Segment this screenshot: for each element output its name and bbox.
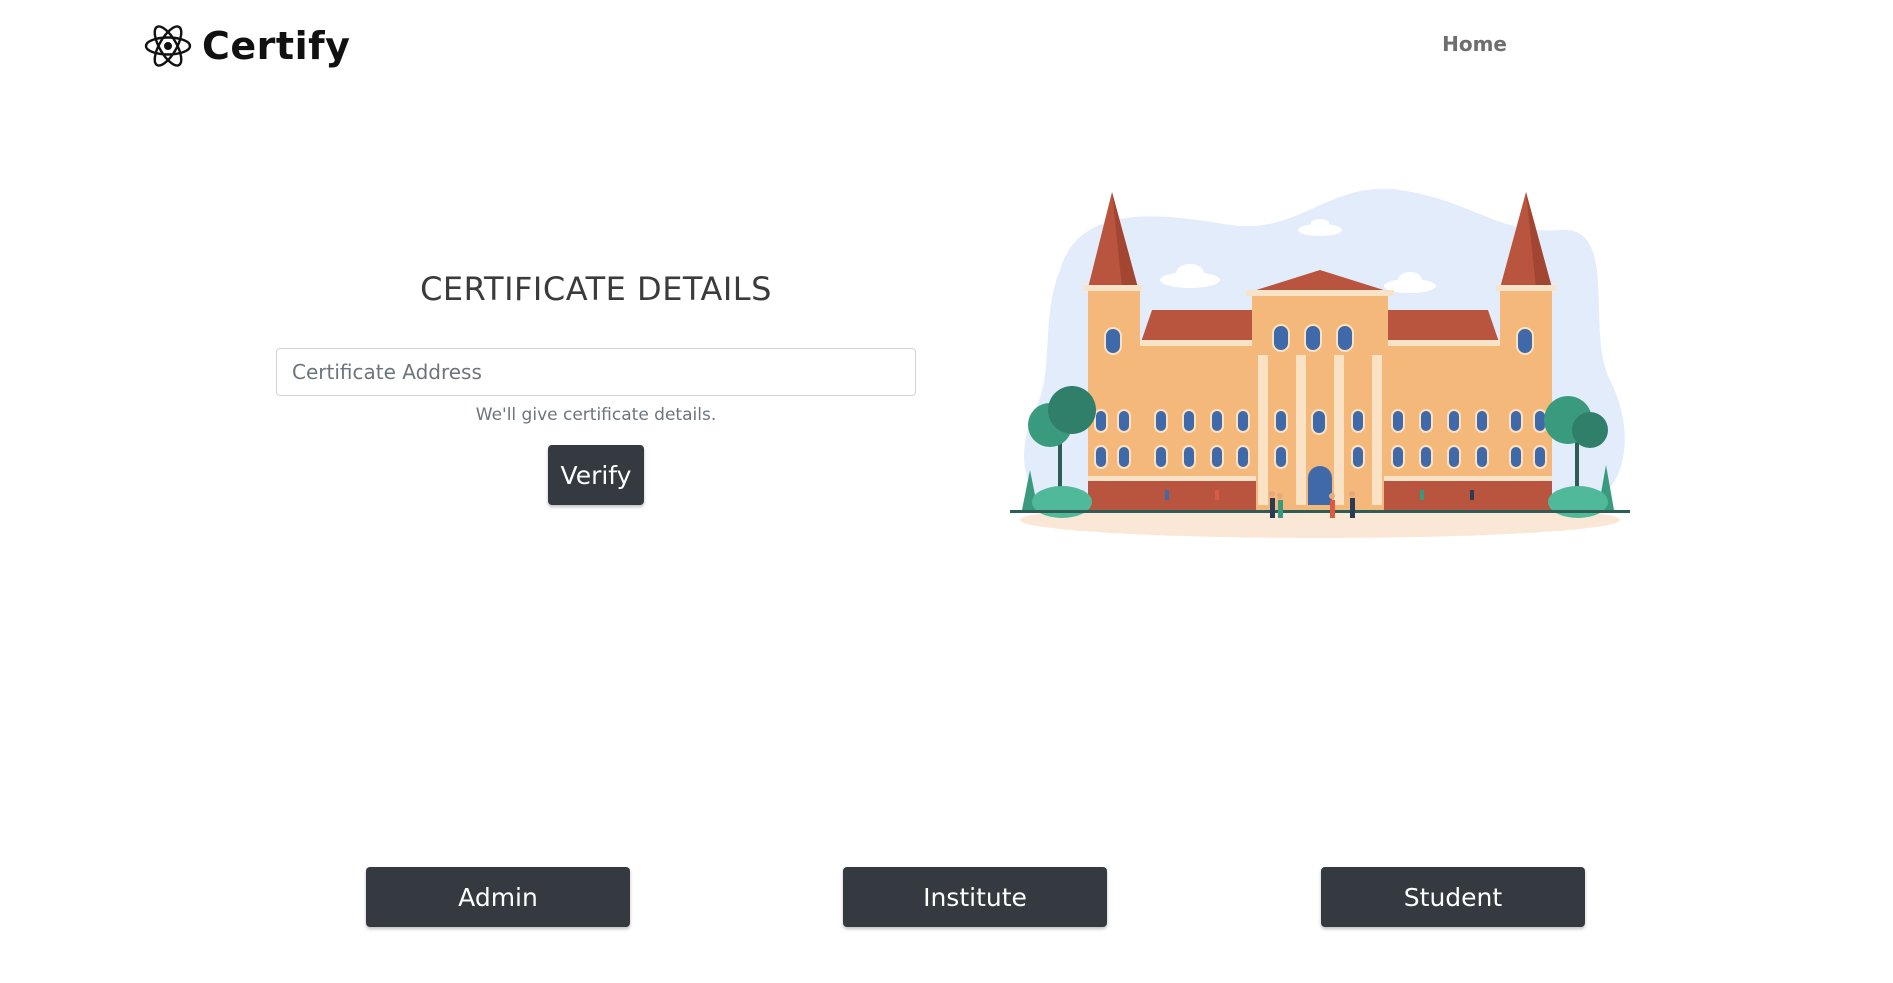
certificate-form: CERTIFICATE DETAILS We'll give certifica… — [276, 270, 916, 505]
page: Certify Home CERTIFICATE DETAILS We'll g… — [0, 0, 1893, 983]
nav-home-link[interactable]: Home — [1442, 32, 1507, 56]
institute-button[interactable]: Institute — [843, 867, 1107, 927]
university-building-illustration — [1000, 180, 1640, 565]
navbar: Certify Home — [0, 0, 1893, 92]
atom-icon — [144, 20, 192, 72]
form-title: CERTIFICATE DETAILS — [420, 270, 772, 308]
brand-name: Certify — [202, 24, 351, 68]
admin-button[interactable]: Admin — [366, 867, 630, 927]
student-button[interactable]: Student — [1321, 867, 1585, 927]
verify-button[interactable]: Verify — [548, 445, 644, 505]
certificate-address-input[interactable] — [276, 348, 916, 396]
help-text: We'll give certificate details. — [475, 405, 717, 425]
brand-link[interactable]: Certify — [144, 20, 350, 72]
